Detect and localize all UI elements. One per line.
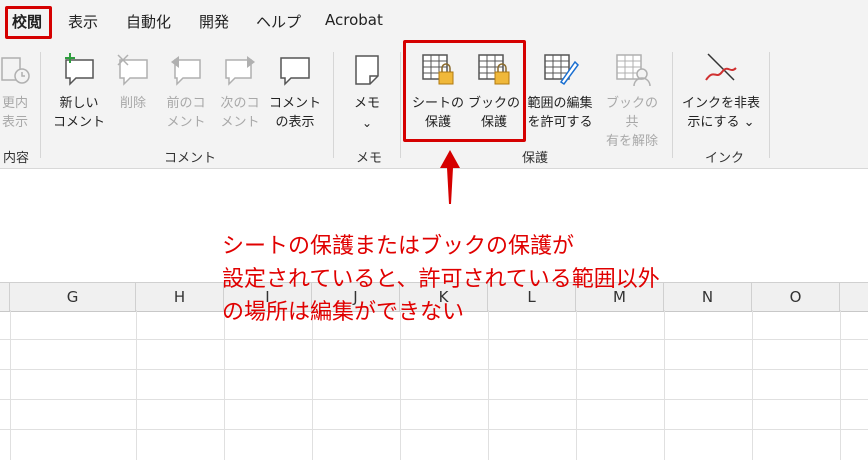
allow-edit-ranges-icon [544,54,579,86]
allow-edit-ranges-button[interactable]: 範囲の編集 を許可する [522,44,598,148]
ink-icon [705,53,737,81]
group-separator [333,52,334,158]
next-comment-label: 次のコ メント [220,96,260,130]
grid-line [0,369,868,370]
grid-line [10,310,11,460]
delete-comment-button[interactable]: 削除 [106,44,160,148]
grid-line [312,310,313,460]
tab-automate[interactable]: 自動化 [126,11,171,32]
grid-line [664,310,665,460]
previous-comment-label: 前のコ メント [166,96,206,130]
grid-line [840,310,841,460]
allow-edit-ranges-label: 範囲の編集 を許可する [527,96,593,130]
memo-label: メモ [353,96,380,111]
grid-line [224,310,225,460]
group-separator [400,52,401,158]
group-label-content: 内容 [3,151,30,166]
grid-line [136,310,137,460]
protect-buttons-highlight-box [403,40,526,142]
grid-line [0,339,868,340]
group-label-comments: コメント [164,151,217,166]
tab-highlight-box [5,6,52,39]
delete-comment-icon [117,54,148,86]
grid-line [488,310,489,460]
group-label-memo: メモ [356,151,383,166]
new-comment-label: 新しい コメント [52,96,105,130]
annotation-text: シートの保護またはブックの保護が 設定されていると、許可されている範囲以外 の場… [222,234,660,325]
partial-button-label: 更内 表示 [1,96,28,130]
next-comment-icon [225,56,255,86]
memo-button[interactable]: メモ ⌄ [342,44,392,148]
tab-developer[interactable]: 開発 [199,11,229,32]
note-icon [355,55,379,85]
show-comments-label: コメント の表示 [268,96,321,130]
column-header[interactable]: F [0,283,10,311]
group-separator [672,52,673,158]
ribbon-tab-bar: 校閲 表示 自動化 開発 ヘルプ Acrobat [0,0,868,44]
new-comment-icon [65,53,94,86]
hide-ink-button[interactable]: インクを非表 示にする ⌄ [680,44,762,148]
grid-line [0,429,868,430]
delete-comment-label: 削除 [119,96,146,111]
unshare-workbook-label: ブックの共 有を解除 [605,96,658,149]
show-comments-icon [280,57,310,86]
previous-comment-button[interactable]: 前のコ メント [158,44,214,148]
group-separator [40,52,41,158]
group-label-ink: インク [705,151,745,166]
hide-ink-label: インクを非表 示にする ⌄ [681,96,760,130]
partial-button[interactable]: 更内 表示 [0,44,40,148]
grid-line [0,399,868,400]
column-header[interactable]: G [10,283,136,311]
chevron-down-icon: ⌄ [361,116,373,130]
history-icon [1,57,30,84]
arrow-up-icon [440,150,460,204]
grid-line [576,310,577,460]
new-comment-button[interactable]: 新しい コメント [50,44,108,148]
show-comments-button[interactable]: コメント の表示 [266,44,324,148]
previous-comment-icon [171,56,201,86]
group-separator [769,52,770,158]
grid-line [400,310,401,460]
tab-acrobat[interactable]: Acrobat [325,11,383,29]
tab-view[interactable]: 表示 [68,11,98,32]
unshare-workbook-icon [616,54,651,87]
tab-help[interactable]: ヘルプ [256,11,301,32]
unshare-workbook-button[interactable]: ブックの共 有を解除 [600,44,664,149]
grid-line [752,310,753,460]
group-label-protect: 保護 [522,151,549,166]
next-comment-button[interactable]: 次のコ メント [212,44,268,148]
column-header[interactable]: H [136,283,224,311]
